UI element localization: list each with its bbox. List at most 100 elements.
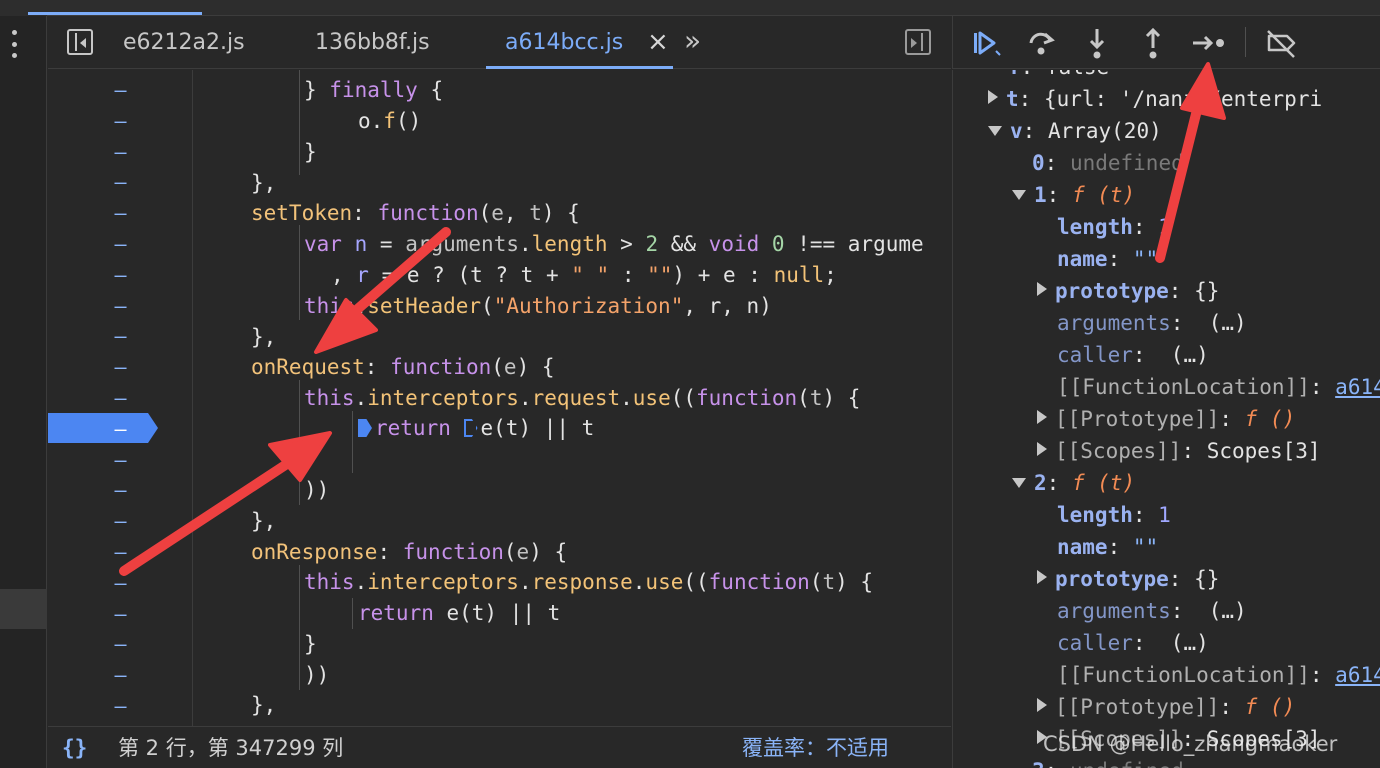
resume-icon[interactable] [967,25,1003,61]
gutter-line[interactable]: – [48,106,193,137]
gutter-line[interactable]: – [48,167,193,198]
sidebar-left-icon[interactable] [67,29,93,55]
scope-row[interactable]: t: {url: '/nanzj/enterpri [988,83,1322,115]
file-tab-active[interactable]: a614bcc.js [486,16,674,69]
scope-row[interactable]: arguments: (…) [1057,595,1247,627]
code-line: o.f() [358,109,422,133]
scope-row[interactable]: length: 1 [1057,211,1171,243]
file-tab[interactable]: 136bb8f.js [315,16,430,69]
sidebar-right-icon[interactable] [905,29,931,55]
scope-key: v [1010,119,1023,143]
scope-row[interactable]: name: "" [1057,243,1158,275]
step-icon[interactable] [1191,25,1227,61]
collapsed-triangle-icon[interactable] [1037,282,1047,296]
gutter-line[interactable]: – [48,352,193,383]
scope-row[interactable]: [[Prototype]]: f () [1037,691,1295,723]
step-out-icon[interactable] [1135,25,1171,61]
line-gutter[interactable]: – – – – – – – – – – – – – – – – – – – – – [48,70,193,726]
collapsed-triangle-icon[interactable] [1037,410,1047,424]
collapsed-triangle-icon[interactable] [1037,442,1047,456]
scope-row[interactable]: v: Array(20) [988,115,1162,147]
gutter-line[interactable]: – [48,383,193,414]
scope-row[interactable]: 1: f (t) [1012,179,1135,211]
code-line: onRequest: function(e) { [251,355,555,379]
scope-value: f () [1244,695,1296,719]
gutter-line[interactable]: – [48,537,193,568]
gutter-line[interactable]: – [48,691,193,722]
code-line: this.interceptors.response.use((function… [304,570,874,594]
scope-row[interactable]: [[FunctionLocation]]: a614bcc.js [1057,371,1380,403]
file-tab[interactable]: e6212a2.js [123,16,245,69]
scope-key: 0 [1032,151,1045,175]
scope-value: f (t) [1071,471,1136,495]
scope-row[interactable]: 2: f (t) [1012,467,1135,499]
code-line: } finally { [304,78,444,102]
scope-row[interactable]: caller: (…) [1057,339,1209,371]
execution-marker-icon[interactable] [358,419,372,437]
scope-value[interactable]: a614bcc.js [1335,375,1380,399]
gutter-line[interactable]: – [48,229,193,260]
expanded-triangle-icon[interactable] [1012,478,1026,488]
scope-value: {url: '/nanzj/enterpri [1043,87,1323,111]
scope-row[interactable]: arguments: (…) [1057,307,1247,339]
code-line: }, [251,693,277,717]
expanded-triangle-icon[interactable] [988,126,1002,136]
more-options-icon[interactable] [8,30,20,58]
scope-value[interactable]: a614bcc.js [1335,663,1380,687]
collapsed-triangle-icon[interactable] [988,90,998,104]
gutter-line[interactable]: – [48,260,193,291]
scope-key: f [1008,70,1021,79]
scope-row[interactable]: prototype: {} [1037,275,1219,307]
scope-key: name [1057,535,1108,559]
code-lines[interactable]: } finally { o.f() } }, setToken: functio… [194,70,951,726]
scope-row[interactable]: 0: undefined [1032,147,1184,179]
step-into-icon[interactable] [1079,25,1115,61]
scope-separator: : [1219,407,1245,431]
navigator-selected-row[interactable] [0,589,47,629]
scope-row[interactable]: caller: (…) [1057,627,1209,659]
gutter-line[interactable]: – [48,475,193,506]
scope-separator: : [1044,151,1070,175]
toolbar-divider [1245,27,1246,57]
scope-row[interactable]: prototype: {} [1037,563,1219,595]
scope-row[interactable]: [[FunctionLocation]]: a614bcc.js [1057,659,1380,691]
scope-value: {} [1194,567,1220,591]
close-tab-icon[interactable]: × [647,28,669,56]
gutter-line[interactable]: – [48,137,193,168]
pretty-print-button[interactable]: {} [62,727,87,768]
more-tabs-icon[interactable]: » [684,26,701,56]
deactivate-breakpoints-icon[interactable] [1263,25,1299,61]
gutter-line[interactable]: – [48,660,193,691]
scope-pane[interactable]: f: falset: {url: '/nanzj/enterpriv: Arra… [952,70,1380,768]
scope-row[interactable]: f: false [1008,70,1109,83]
collapsed-triangle-icon[interactable] [1037,698,1047,712]
code-line: var n = arguments.length > 2 && void 0 !… [304,232,924,256]
call-marker-icon[interactable] [463,419,478,437]
gutter-line[interactable]: – [48,599,193,630]
debugger-toolbar [952,16,1380,69]
scope-value: false [1046,70,1109,79]
scope-key: [[FunctionLocation]] [1057,375,1310,399]
scope-row[interactable]: length: 1 [1057,499,1171,531]
gutter-line[interactable]: – [48,629,193,660]
scope-value: {} [1194,279,1220,303]
scope-value: (…) [1208,311,1247,335]
step-over-icon[interactable] [1023,25,1059,61]
scope-row[interactable]: [[Prototype]]: f () [1037,403,1295,435]
gutter-line[interactable]: – [48,198,193,229]
coverage-status[interactable]: 覆盖率：不适用 [742,727,889,768]
file-tab-label: a614bcc.js [505,30,624,55]
gutter-line[interactable]: – [48,445,193,476]
scope-row[interactable]: [[Scopes]]: Scopes[3] [1037,435,1321,467]
gutter-line[interactable]: – [48,75,193,106]
gutter-line[interactable]: – [48,291,193,322]
gutter-line-paused[interactable]: – [48,414,193,445]
collapsed-triangle-icon[interactable] [1037,570,1047,584]
code-editor[interactable]: – – – – – – – – – – – – – – – – – – – – – } finally { o.f() … [48,70,951,726]
gutter-line[interactable]: – [48,321,193,352]
gutter-line[interactable]: – [48,506,193,537]
gutter-line[interactable]: – [48,568,193,599]
scope-value: f () [1244,407,1296,431]
expanded-triangle-icon[interactable] [1012,190,1026,200]
scope-row[interactable]: name: "" [1057,531,1158,563]
